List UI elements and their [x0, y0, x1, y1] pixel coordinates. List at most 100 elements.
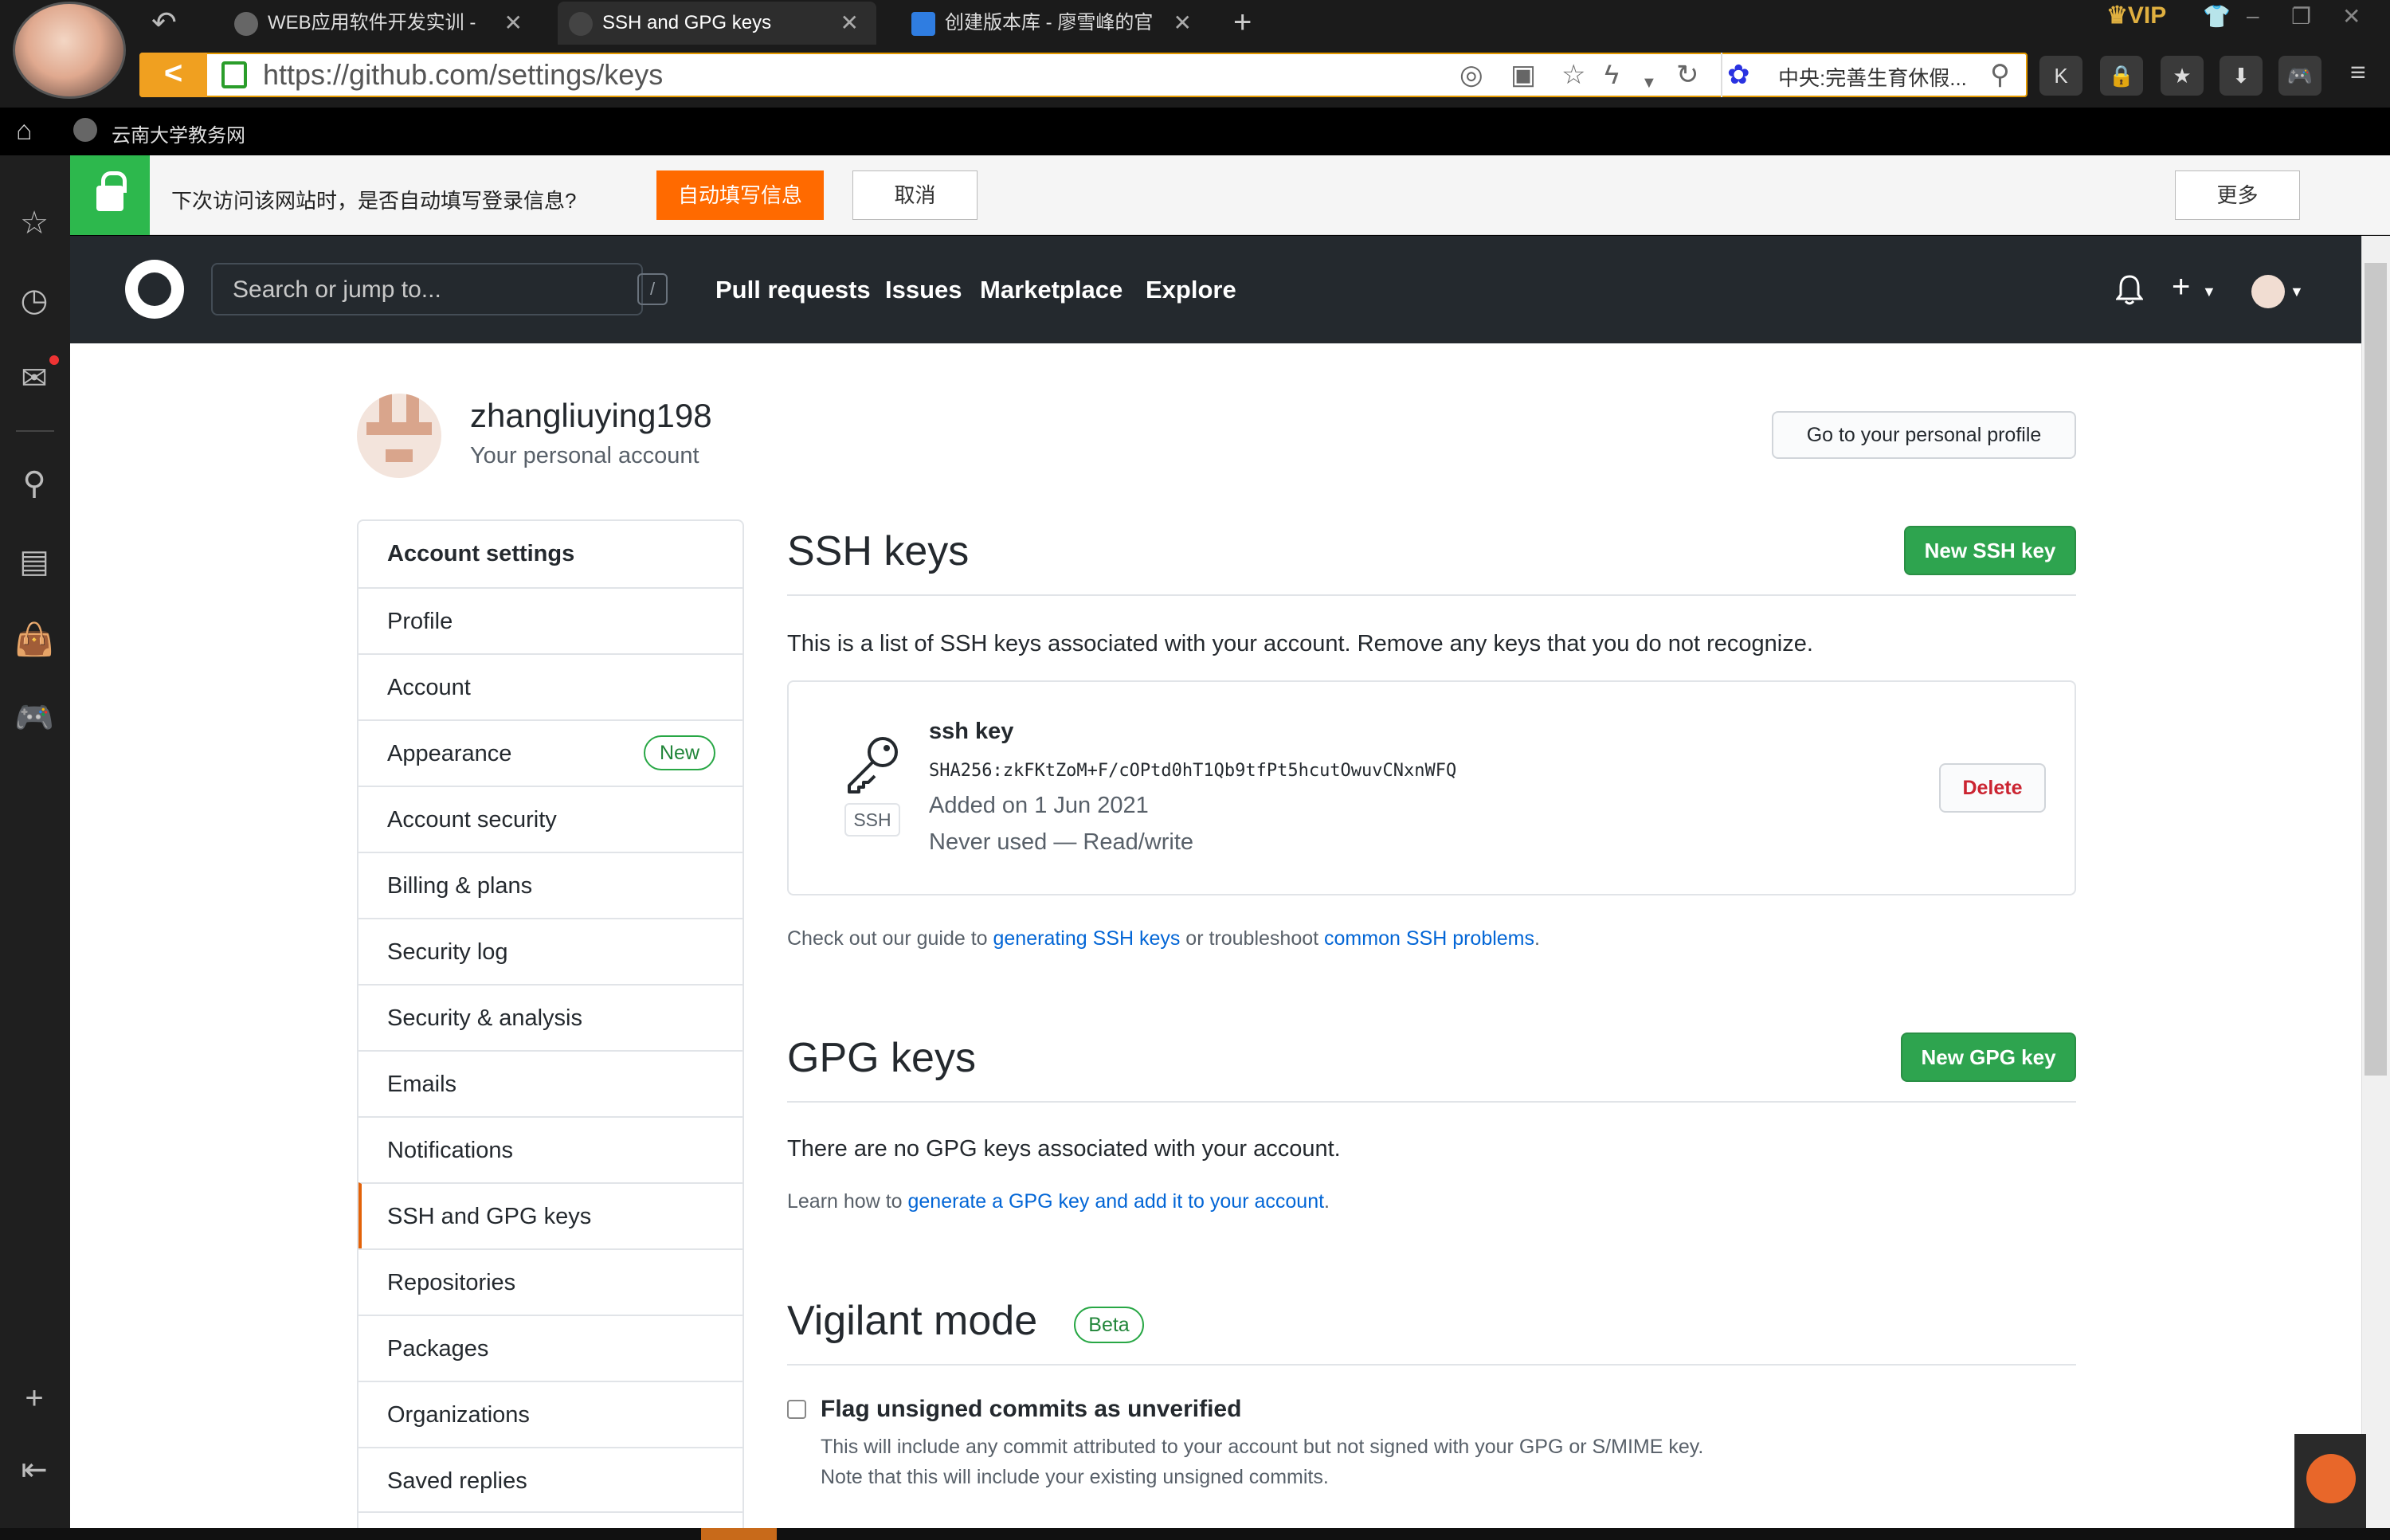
game-extension-icon[interactable]: 🎮: [2278, 56, 2321, 96]
flag-unsigned-label[interactable]: Flag unsigned commits as unverified: [821, 1396, 1241, 1423]
nav-issues[interactable]: Issues: [885, 276, 962, 304]
gpg-learn-text: Learn how to generate a GPG key and add …: [787, 1190, 1330, 1213]
new-tab-icon[interactable]: +: [1233, 5, 1252, 41]
menu-item-security-log[interactable]: Security log: [358, 918, 742, 984]
menu-item-notifications[interactable]: Notifications: [358, 1116, 742, 1182]
new-gpg-key-button[interactable]: New GPG key: [1901, 1033, 2076, 1082]
scrollbar-thumb[interactable]: [2365, 263, 2387, 1076]
menu-item-profile[interactable]: Profile: [358, 587, 742, 653]
search-icon[interactable]: ⚲: [1990, 59, 2010, 91]
mail-icon[interactable]: ✉: [14, 359, 54, 398]
status-strip: [0, 1528, 2390, 1540]
chevron-down-icon[interactable]: ▼: [2290, 284, 2304, 300]
news-icon[interactable]: ▤: [14, 542, 54, 582]
flag-unsigned-checkbox[interactable]: [787, 1400, 806, 1419]
close-icon[interactable]: ✕: [1173, 2, 1192, 45]
browser-user-avatar[interactable]: [13, 2, 126, 99]
bookmark-item[interactable]: 云南大学教务网: [112, 120, 245, 147]
minimize-icon[interactable]: –: [2247, 3, 2259, 29]
compat-mode-icon[interactable]: ◎: [1459, 59, 1483, 91]
ssh-guide-text: Check out our guide to generating SSH ke…: [787, 927, 1540, 950]
ssh-keys-heading: SSH keys: [787, 528, 970, 574]
ssh-description: This is a list of SSH keys associated wi…: [787, 631, 1813, 656]
avatar[interactable]: [357, 394, 441, 478]
nav-pull-requests[interactable]: Pull requests: [715, 276, 871, 304]
generate-gpg-key-link[interactable]: generate a GPG key and add it to your ac…: [908, 1190, 1325, 1213]
restore-icon[interactable]: ❐: [2291, 3, 2311, 29]
tab-create-repo[interactable]: 创建版本库 - 廖雪峰的官 ✕: [900, 2, 1203, 45]
bell-icon[interactable]: [2116, 274, 2143, 306]
menu-icon[interactable]: ≡: [2350, 57, 2366, 88]
gpg-empty-message: There are no GPG keys associated with yo…: [787, 1136, 1341, 1162]
tab-ssh-gpg-keys[interactable]: SSH and GPG keys ✕: [558, 2, 876, 45]
autofill-cancel-button[interactable]: 取消: [852, 170, 978, 220]
screenshot-icon[interactable]: ▣: [1510, 59, 1536, 91]
menu-item-billing[interactable]: Billing & plans: [358, 852, 742, 918]
menu-item-packages[interactable]: Packages: [358, 1315, 742, 1381]
vip-badge[interactable]: ♛VIP: [2106, 2, 2166, 29]
baidu-paw-icon[interactable]: ✿: [1727, 59, 1750, 91]
lock-extension-icon[interactable]: 🔒: [2100, 56, 2143, 96]
user-avatar-small[interactable]: [2251, 275, 2285, 308]
nav-marketplace[interactable]: Marketplace: [980, 276, 1123, 304]
lightning-icon[interactable]: ϟ: [1604, 59, 1619, 91]
menu-item-account[interactable]: Account: [358, 653, 742, 719]
search-engine-text[interactable]: 中央:完善生育休假...: [1778, 62, 1967, 92]
close-icon[interactable]: ✕: [840, 2, 859, 45]
menu-item-ssh-gpg-keys[interactable]: SSH and GPG keys: [358, 1182, 742, 1248]
tab-web-course[interactable]: WEB应用软件开发实训 - ✕: [223, 2, 534, 45]
add-icon[interactable]: +: [14, 1378, 54, 1418]
gpg-keys-heading: GPG keys: [787, 1035, 976, 1081]
key-icon: [848, 737, 898, 794]
undo-close-tab-icon[interactable]: ↶: [151, 5, 177, 41]
ssh-key-item: [787, 680, 2076, 895]
generating-ssh-keys-link[interactable]: generating SSH keys: [993, 927, 1181, 950]
new-badge: New: [644, 735, 715, 770]
menu-item-emails[interactable]: Emails: [358, 1050, 742, 1116]
ssh-key-usage: Never used — Read/write: [929, 829, 1194, 855]
go-to-profile-button[interactable]: Go to your personal profile: [1772, 411, 2076, 459]
username[interactable]: zhangliuying198: [470, 397, 712, 435]
github-logo-icon[interactable]: [125, 260, 184, 319]
shopping-bag-icon[interactable]: 👜: [14, 620, 54, 660]
ssh-key-name: ssh key: [929, 719, 1014, 744]
rocket-icon: [911, 11, 935, 36]
skin-icon[interactable]: 👕: [2203, 3, 2231, 29]
refresh-icon[interactable]: ↻: [1676, 59, 1699, 91]
favorites-icon[interactable]: ☆: [14, 203, 54, 243]
chevron-down-icon[interactable]: ▼: [1641, 67, 1657, 99]
menu-item-account-security[interactable]: Account security: [358, 786, 742, 852]
bookmark-star-icon[interactable]: ★: [2161, 56, 2204, 96]
close-icon[interactable]: ✕: [504, 2, 523, 45]
favorite-star-icon[interactable]: ☆: [1561, 59, 1585, 91]
account-subtitle: Your personal account: [470, 443, 699, 468]
video-player-icon[interactable]: [2306, 1454, 2356, 1503]
k-extension-icon[interactable]: K: [2039, 56, 2082, 96]
back-button[interactable]: <: [139, 53, 207, 97]
new-ssh-key-button[interactable]: New SSH key: [1904, 526, 2076, 575]
nav-explore[interactable]: Explore: [1146, 276, 1236, 304]
autofill-confirm-button[interactable]: 自动填写信息: [656, 170, 824, 220]
autofill-more-button[interactable]: 更多: [2175, 170, 2300, 220]
url-text[interactable]: https://github.com/settings/keys: [263, 57, 663, 92]
common-ssh-problems-link[interactable]: common SSH problems: [1324, 927, 1534, 950]
create-new-icon[interactable]: +: [2172, 271, 2190, 303]
gamepad-icon[interactable]: 🎮: [14, 698, 54, 738]
collapse-sidebar-icon[interactable]: ⇤: [14, 1450, 54, 1490]
history-icon[interactable]: ◷: [14, 280, 54, 320]
menu-item-organizations[interactable]: Organizations: [358, 1381, 742, 1447]
vigilant-note-2: Note that this will include your existin…: [821, 1466, 1329, 1488]
download-icon[interactable]: ⬇: [2220, 56, 2263, 96]
autofill-message: 下次访问该网站时，是否自动填写登录信息?: [171, 189, 577, 213]
menu-item-repositories[interactable]: Repositories: [358, 1248, 742, 1315]
chevron-down-icon[interactable]: ▼: [2202, 284, 2216, 300]
notification-dot: [49, 355, 59, 365]
home-icon[interactable]: ⌂: [16, 116, 33, 147]
delete-ssh-key-button[interactable]: Delete: [1939, 763, 2046, 813]
autofill-lock-icon: [70, 155, 150, 235]
menu-item-security-analysis[interactable]: Security & analysis: [358, 984, 742, 1050]
close-window-icon[interactable]: ✕: [2342, 3, 2361, 29]
menu-item-saved-replies[interactable]: Saved replies: [358, 1447, 742, 1513]
globe-icon: [73, 118, 97, 142]
search-icon[interactable]: ⚲: [14, 464, 54, 504]
